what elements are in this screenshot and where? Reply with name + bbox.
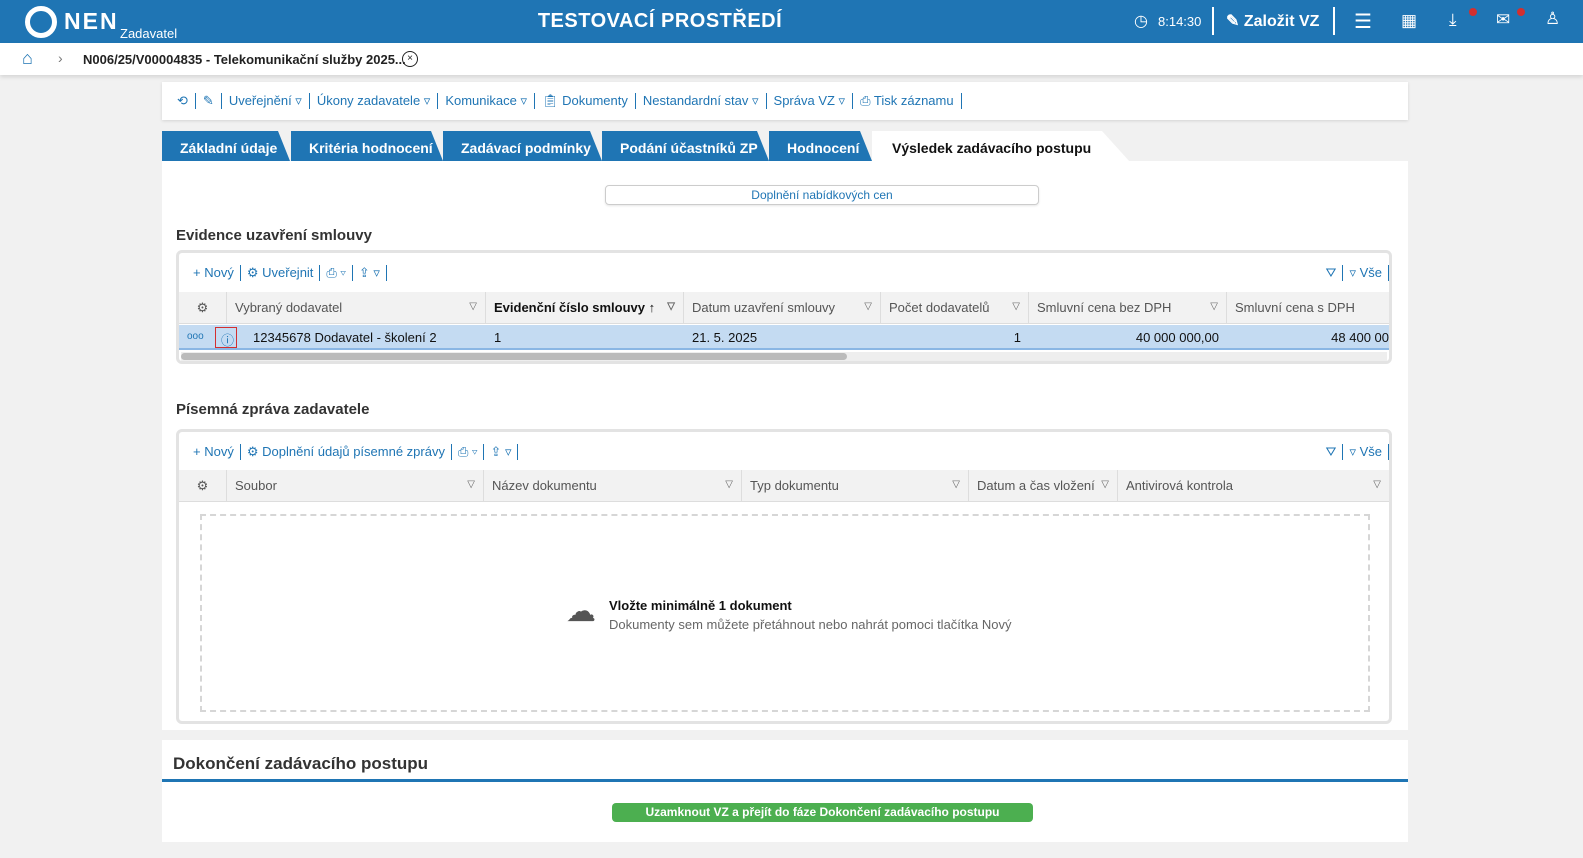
column-header[interactable]: Název dokumentu ▽	[484, 470, 742, 501]
notification-dot	[1469, 8, 1477, 16]
doplneni-cen-button[interactable]: Doplnění nabídkových cen	[605, 185, 1039, 205]
complete-report-button[interactable]: ⚙ Doplnění údajů písemné zprávy	[241, 444, 452, 460]
create-vz-label: Založit VZ	[1243, 13, 1320, 30]
report-grid: + Nový ⚙ Doplnění údajů písemné zprávy ⎙…	[176, 429, 1392, 724]
column-header[interactable]: Typ dokumentu ▽	[742, 470, 969, 501]
column-header[interactable]: Antivirová kontrola ▽	[1118, 470, 1389, 501]
horizontal-scrollbar[interactable]	[181, 352, 1387, 361]
filter-icon[interactable]: ⛛	[1320, 265, 1344, 281]
refresh-icon[interactable]: ⟲	[170, 93, 196, 109]
breadcrumb: ⌂ › N006/25/V00004835 - Telekomunikační …	[0, 43, 1583, 75]
table-header: ⚙ Vybraný dodavatel ▽ Evidenční číslo sml…	[179, 292, 1389, 324]
print-menu-icon[interactable]: ⎙ ▿	[452, 444, 485, 460]
column-header[interactable]: Soubor ▽	[227, 470, 484, 501]
file-drop-zone[interactable]: ☁ Vložte minimálně 1 dokument Dokumenty …	[200, 514, 1370, 712]
user-icon[interactable]: ♙	[1545, 9, 1560, 29]
print-menu-icon[interactable]: ⎙ ▿	[320, 265, 353, 281]
info-icon[interactable]: ⓘ	[215, 327, 237, 348]
edit-icon[interactable]: ✎	[196, 93, 222, 109]
scrollbar-thumb[interactable]	[181, 353, 847, 360]
edit-icon: ✎	[1226, 13, 1244, 30]
tab-zakladni-udaje[interactable]: Základní údaje	[162, 131, 290, 161]
mail-icon[interactable]: ✉	[1496, 10, 1510, 30]
cell-price-vat: 48 400 00	[1331, 330, 1389, 345]
column-header[interactable]: Počet dodavatelů ▽	[881, 292, 1029, 323]
filter-all-dropdown[interactable]: ▿ Vše	[1343, 265, 1389, 281]
table-header: ⚙ Soubor ▽ Název dokumentu ▽ Typ dokumentu…	[179, 470, 1389, 502]
tab-hodnoceni[interactable]: Hodnocení	[769, 131, 872, 161]
column-header[interactable]: Vybraný dodavatel ▽	[227, 292, 486, 323]
menu-komunikace[interactable]: Komunikace ▿	[438, 93, 535, 109]
top-header: NEN Zadavatel TESTOVACÍ PROSTŘEDÍ ◷ 8:14…	[0, 0, 1583, 43]
menu-icon[interactable]: ☰	[1354, 9, 1372, 34]
tab-vysledek[interactable]: Výsledek zadávacího postupu	[872, 131, 1130, 162]
tab-zadavaci-podminky[interactable]: Zadávací podmínky	[443, 131, 602, 161]
menu-dokumenty[interactable]: 📋︎ Dokumenty	[535, 93, 636, 109]
section-title: Písemná zpráva zadavatele	[176, 401, 370, 418]
menu-tisk-zaznamu[interactable]: ⎙ Tisk záznamu	[853, 93, 962, 109]
cell-count: 1	[1013, 330, 1021, 345]
dokumenty-label: Dokumenty	[562, 93, 628, 108]
cell-date: 21. 5. 2025	[692, 330, 758, 345]
printer-icon: ⎙	[860, 93, 874, 108]
filter-all-dropdown[interactable]: ▿ Vše	[1343, 444, 1389, 460]
tab-kriteria-hodnoceni[interactable]: Kritéria hodnocení	[291, 131, 443, 161]
row-menu-icon[interactable]: ooo	[187, 325, 211, 348]
menu-ukony-zadavatele[interactable]: Úkony zadavatele ▿	[310, 93, 439, 109]
column-header[interactable]: Datum a čas vložení ▽	[969, 470, 1118, 501]
divider	[162, 779, 1408, 782]
contracts-grid: + Nový ⚙ Uveřejnit ⎙ ▿ ⇪ ▿ ⛛ ▿ Vše ⚙ Vyb…	[176, 250, 1392, 364]
cell-price-no-vat: 40 000 000,00	[1135, 330, 1219, 345]
column-settings-icon[interactable]: ⚙	[179, 292, 227, 323]
filter-tools: ⛛ ▿ Vše	[1320, 444, 1389, 460]
filter-icon[interactable]: ⛛	[1320, 444, 1344, 460]
divider	[1212, 7, 1214, 35]
clock-icon: ◷	[1134, 13, 1148, 30]
tab-podani-ucastniku[interactable]: Podání účastníků ZP	[602, 131, 769, 161]
tisk-label: Tisk záznamu	[873, 93, 954, 108]
empty-title: Vložte minimálně 1 dokument	[609, 598, 792, 613]
cell-supplier: 12345678 Dodavatel - školení 2	[253, 330, 437, 345]
clipboard-icon: 📋︎	[542, 93, 563, 108]
column-settings-icon[interactable]: ⚙	[179, 470, 227, 501]
download-icon[interactable]: ⤓	[1449, 10, 1457, 30]
publish-button[interactable]: ⚙ Uveřejnit	[241, 265, 321, 281]
breadcrumb-title[interactable]: N006/25/V00004835 - Telekomunikační služ…	[83, 52, 406, 67]
column-header-sorted[interactable]: Evidenční číslo smlouvy ↑ ▽	[486, 292, 684, 323]
divider	[1333, 7, 1335, 35]
new-button[interactable]: + Nový	[187, 444, 241, 460]
export-menu-icon[interactable]: ⇪ ▿	[353, 265, 387, 281]
section-title: Evidence uzavření smlouvy	[176, 227, 372, 244]
column-header[interactable]: Smluvní cena s DPH	[1227, 292, 1389, 323]
close-icon[interactable]: ×	[402, 51, 418, 67]
create-vz-button[interactable]: ✎ Založit VZ	[1226, 11, 1319, 31]
column-header[interactable]: Smluvní cena bez DPH ▽	[1029, 292, 1227, 323]
column-header[interactable]: Datum uzavření smlouvy ▽	[684, 292, 881, 323]
chevron-right-icon: ›	[58, 50, 63, 66]
sort-asc-icon: ↑	[648, 300, 656, 315]
environment-title: TESTOVACÍ PROSTŘEDÍ	[537, 10, 783, 32]
empty-text: Dokumenty sem můžete přetáhnout nebo nah…	[609, 617, 1012, 632]
menu-nestandardni-stav[interactable]: Nestandardní stav ▿	[636, 93, 767, 109]
grid-toolbar: + Nový ⚙ Uveřejnit ⎙ ▿ ⇪ ▿	[187, 265, 387, 281]
table-row[interactable]: ooo ⓘ 12345678 Dodavatel - školení 2 1 2…	[179, 325, 1389, 350]
finish-section: Dokončení zadávacího postupu	[162, 740, 1408, 842]
section-title: Dokončení zadávacího postupu	[173, 754, 429, 773]
lock-and-continue-button[interactable]: Uzamknout VZ a přejít do fáze Dokončení …	[612, 803, 1033, 822]
menu-sprava-vz[interactable]: Správa VZ ▿	[767, 93, 854, 109]
cloud-upload-icon: ☁	[566, 595, 596, 628]
export-menu-icon[interactable]: ⇪ ▿	[484, 444, 519, 460]
menu-uverejneni[interactable]: Uveřejnění ▿	[222, 93, 310, 109]
calendar-icon[interactable]: ▦	[1401, 11, 1417, 31]
grid-toolbar: + Nový ⚙ Doplnění údajů písemné zprávy ⎙…	[187, 444, 519, 460]
new-button[interactable]: + Nový	[187, 265, 241, 281]
action-toolbar: ⟲ ✎ Uveřejnění ▿ Úkony zadavatele ▿ Komu…	[162, 82, 1408, 120]
notification-dot	[1517, 8, 1525, 16]
cell-number: 1	[494, 330, 502, 345]
home-icon[interactable]: ⌂	[22, 48, 33, 69]
session-time: 8:14:30	[1158, 14, 1202, 29]
filter-tools: ⛛ ▿ Vše	[1320, 265, 1389, 281]
